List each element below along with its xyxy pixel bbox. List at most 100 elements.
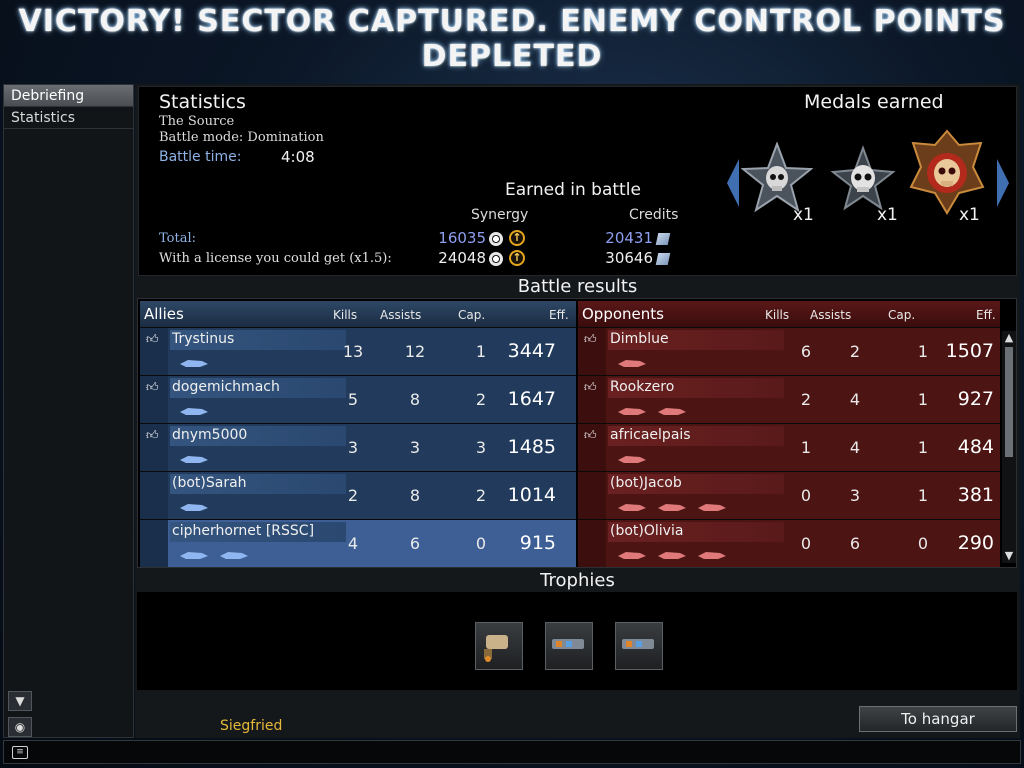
- credits-icon: [655, 253, 671, 265]
- assists-header: Assists: [810, 308, 852, 322]
- trophies-title: Trophies: [540, 570, 615, 591]
- eff-value: 927: [957, 388, 994, 410]
- synergy-gear-icon: [489, 252, 503, 266]
- map-name: The Source: [159, 114, 235, 129]
- ship-icon: [658, 504, 686, 511]
- ship-icon: [618, 456, 646, 463]
- player-row[interactable]: 👍︎ Rookzero 2 4 1 927: [578, 375, 1000, 423]
- scrollbar-thumb[interactable]: [1005, 347, 1013, 457]
- battle-time-value: 4:08: [281, 148, 315, 166]
- player-row[interactable]: (bot)Sarah 2 8 2 1014: [140, 471, 576, 519]
- thumbs-up-icon[interactable]: 👍︎: [146, 332, 159, 347]
- kills-value: 0: [800, 534, 812, 553]
- ship-icon: [180, 504, 208, 511]
- demon-skull-medal-icon: [909, 129, 985, 215]
- battle-results-title: Battle results: [517, 276, 638, 297]
- opponents-team: Opponents Kills Assists Cap. Eff. 👍︎ Dimb…: [578, 301, 1000, 567]
- eff-value: 915: [519, 532, 556, 554]
- medal-count: x1: [959, 205, 980, 225]
- to-hangar-button[interactable]: To hangar: [859, 706, 1017, 732]
- allies-header: Allies Kills Assists Cap. Eff.: [140, 301, 576, 327]
- kills-header: Kills: [333, 308, 358, 322]
- thumb-column: [578, 520, 606, 567]
- assists-value: 4: [849, 390, 861, 409]
- player-row[interactable]: 👍︎ africaelpais 1 4 1 484: [578, 423, 1000, 471]
- player-row[interactable]: 👍︎ Dimblue 6 2 1 1507: [578, 327, 1000, 375]
- medals-title: Medals earned: [804, 91, 944, 113]
- player-row[interactable]: 👍︎ Trystinus 13 12 1 3447: [140, 327, 576, 375]
- chat-input[interactable]: ≡: [3, 740, 1021, 764]
- player-row[interactable]: (bot)Jacob 0 3 1 381: [578, 471, 1000, 519]
- assists-value: 4: [849, 438, 861, 457]
- battle-results-table: Allies Kills Assists Cap. Eff. 👍︎ Trystin…: [137, 298, 1017, 568]
- player-name[interactable]: cipherhornet [RSSC]: [172, 523, 314, 539]
- thumbs-up-icon[interactable]: 👍︎: [584, 428, 597, 443]
- trophy-item[interactable]: [545, 622, 593, 670]
- player-name[interactable]: (bot)Jacob: [610, 475, 682, 491]
- ship-icon: [618, 408, 646, 415]
- player-name: Siegfried: [220, 718, 283, 734]
- player-name[interactable]: (bot)Olivia: [610, 523, 683, 539]
- assists-value: 2: [849, 342, 861, 361]
- ship-icon: [180, 552, 208, 559]
- collapse-chat-icon[interactable]: ▼: [8, 691, 32, 711]
- chat-icon[interactable]: ≡: [12, 746, 28, 759]
- assists-value: 8: [409, 390, 421, 409]
- player-name[interactable]: africaelpais: [610, 427, 691, 443]
- assists-value: 3: [849, 486, 861, 505]
- trophy-item[interactable]: [475, 622, 523, 670]
- player-row[interactable]: (bot)Olivia 0 6 0 290: [578, 519, 1000, 567]
- statistics-box: Statistics The Source Battle mode: Domin…: [138, 86, 1017, 276]
- player-name[interactable]: (bot)Sarah: [172, 475, 247, 491]
- eff-value: 290: [957, 532, 994, 554]
- player-name[interactable]: dnym5000: [172, 427, 247, 443]
- upgrade-arrow-icon[interactable]: ↑: [509, 250, 525, 266]
- eff-header: Eff.: [549, 308, 569, 322]
- thumbs-up-icon[interactable]: 👍︎: [146, 428, 159, 443]
- kills-header: Kills: [765, 308, 790, 322]
- scroll-down-icon[interactable]: ▼: [1003, 549, 1015, 563]
- trophies-panel: [137, 592, 1017, 690]
- eff-value: 381: [957, 484, 994, 506]
- scroll-up-icon[interactable]: ▲: [1003, 331, 1015, 345]
- ship-icon: [180, 456, 208, 463]
- medals-prev-arrow-icon[interactable]: [727, 159, 739, 207]
- player-name[interactable]: Dimblue: [610, 331, 669, 347]
- thumbs-up-icon[interactable]: 👍︎: [584, 380, 597, 395]
- player-row[interactable]: 👍︎ dogemichmach 5 8 2 1647: [140, 375, 576, 423]
- opponents-header: Opponents Kills Assists Cap. Eff.: [578, 301, 1000, 327]
- assists-header: Assists: [380, 308, 422, 322]
- main-panel: Statistics The Source Battle mode: Domin…: [135, 84, 1020, 738]
- player-name[interactable]: Trystinus: [172, 331, 234, 347]
- player-row[interactable]: cipherhornet [RSSC] 4 6 0 915: [140, 519, 576, 567]
- eff-value: 484: [957, 436, 994, 458]
- sidebar-item-statistics[interactable]: Statistics: [4, 107, 133, 129]
- ship-icon: [180, 360, 208, 367]
- allies-team: Allies Kills Assists Cap. Eff. 👍︎ Trystin…: [140, 301, 576, 567]
- license-synergy: 24048: [438, 249, 486, 267]
- kills-value: 13: [342, 342, 364, 361]
- eye-icon[interactable]: ◉: [8, 717, 32, 737]
- assists-value: 12: [404, 342, 426, 361]
- sidebar-item-debriefing[interactable]: Debriefing: [4, 85, 133, 107]
- statistics-title: Statistics: [159, 91, 246, 113]
- player-name[interactable]: Rookzero: [610, 379, 674, 395]
- credits-header: Credits: [629, 207, 679, 223]
- thumb-column: [578, 472, 606, 519]
- player-row[interactable]: 👍︎ dnym5000 3 3 3 1485: [140, 423, 576, 471]
- synergy-header: Synergy: [471, 207, 529, 223]
- medals-next-arrow-icon[interactable]: [997, 159, 1009, 207]
- eff-header: Eff.: [976, 308, 996, 322]
- thumbs-up-icon[interactable]: 👍︎: [584, 332, 597, 347]
- eff-value: 1507: [945, 340, 994, 362]
- upgrade-arrow-icon[interactable]: ↑: [509, 230, 525, 246]
- results-scrollbar[interactable]: ▲ ▼: [1002, 331, 1016, 563]
- ship-icon: [698, 552, 726, 559]
- synergy-gear-icon: [489, 232, 503, 246]
- trophy-item[interactable]: [615, 622, 663, 670]
- credits-icon: [655, 233, 671, 245]
- thumbs-up-icon[interactable]: 👍︎: [146, 380, 159, 395]
- cap-header: Cap.: [458, 308, 486, 322]
- allies-label: Allies: [144, 305, 184, 323]
- player-name[interactable]: dogemichmach: [172, 379, 280, 395]
